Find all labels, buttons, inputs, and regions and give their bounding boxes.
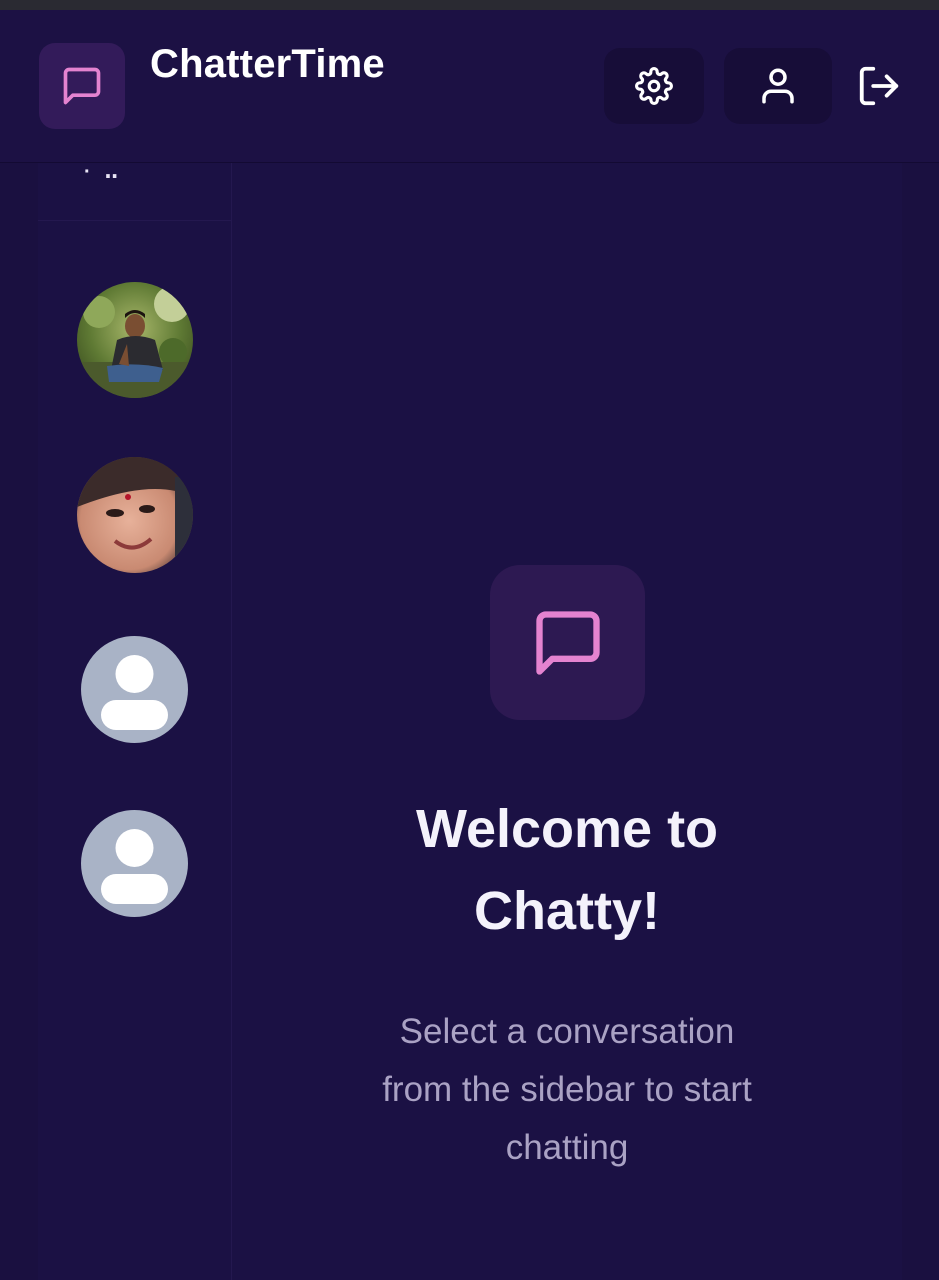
contact-avatar-1[interactable] — [77, 282, 193, 398]
settings-button[interactable] — [604, 48, 704, 124]
welcome-subtitle: Select a conversation from the sidebar t… — [382, 1012, 752, 1167]
default-user-icon — [101, 829, 168, 904]
sidebar: ·‥ — [38, 161, 232, 1280]
contact-avatar-4[interactable] — [81, 810, 188, 917]
user-icon — [762, 68, 794, 104]
chat-panel: ·‥ Welcome to Chatty! Select a conversat… — [38, 161, 902, 1280]
welcome-icon-box — [490, 565, 645, 720]
welcome-title: Welcome to Chatty! — [415, 799, 719, 941]
default-user-icon — [101, 655, 168, 730]
profile-button[interactable] — [724, 48, 832, 124]
welcome-panel: Welcome to Chatty! Select a conversation… — [232, 163, 902, 1280]
app-logo[interactable] — [39, 43, 125, 129]
app-title[interactable]: ChatterTime — [150, 42, 385, 87]
gear-icon — [635, 67, 673, 105]
message-square-icon — [63, 67, 101, 105]
browser-top-strip — [0, 0, 939, 10]
contacts-header-icon: ·‥ — [84, 161, 132, 183]
message-square-icon — [535, 610, 600, 675]
contact-avatar-2[interactable] — [77, 457, 193, 573]
logout-icon — [859, 66, 899, 106]
main-area: ·‥ Welcome to Chatty! Select a conversat… — [0, 161, 939, 1280]
avatar-photo — [77, 282, 193, 398]
navbar: ChatterTime — [0, 10, 939, 163]
contact-avatar-3[interactable] — [81, 636, 188, 743]
avatar-photo — [77, 457, 193, 573]
logout-button[interactable] — [842, 48, 916, 124]
sidebar-header: ·‥ — [38, 161, 232, 221]
